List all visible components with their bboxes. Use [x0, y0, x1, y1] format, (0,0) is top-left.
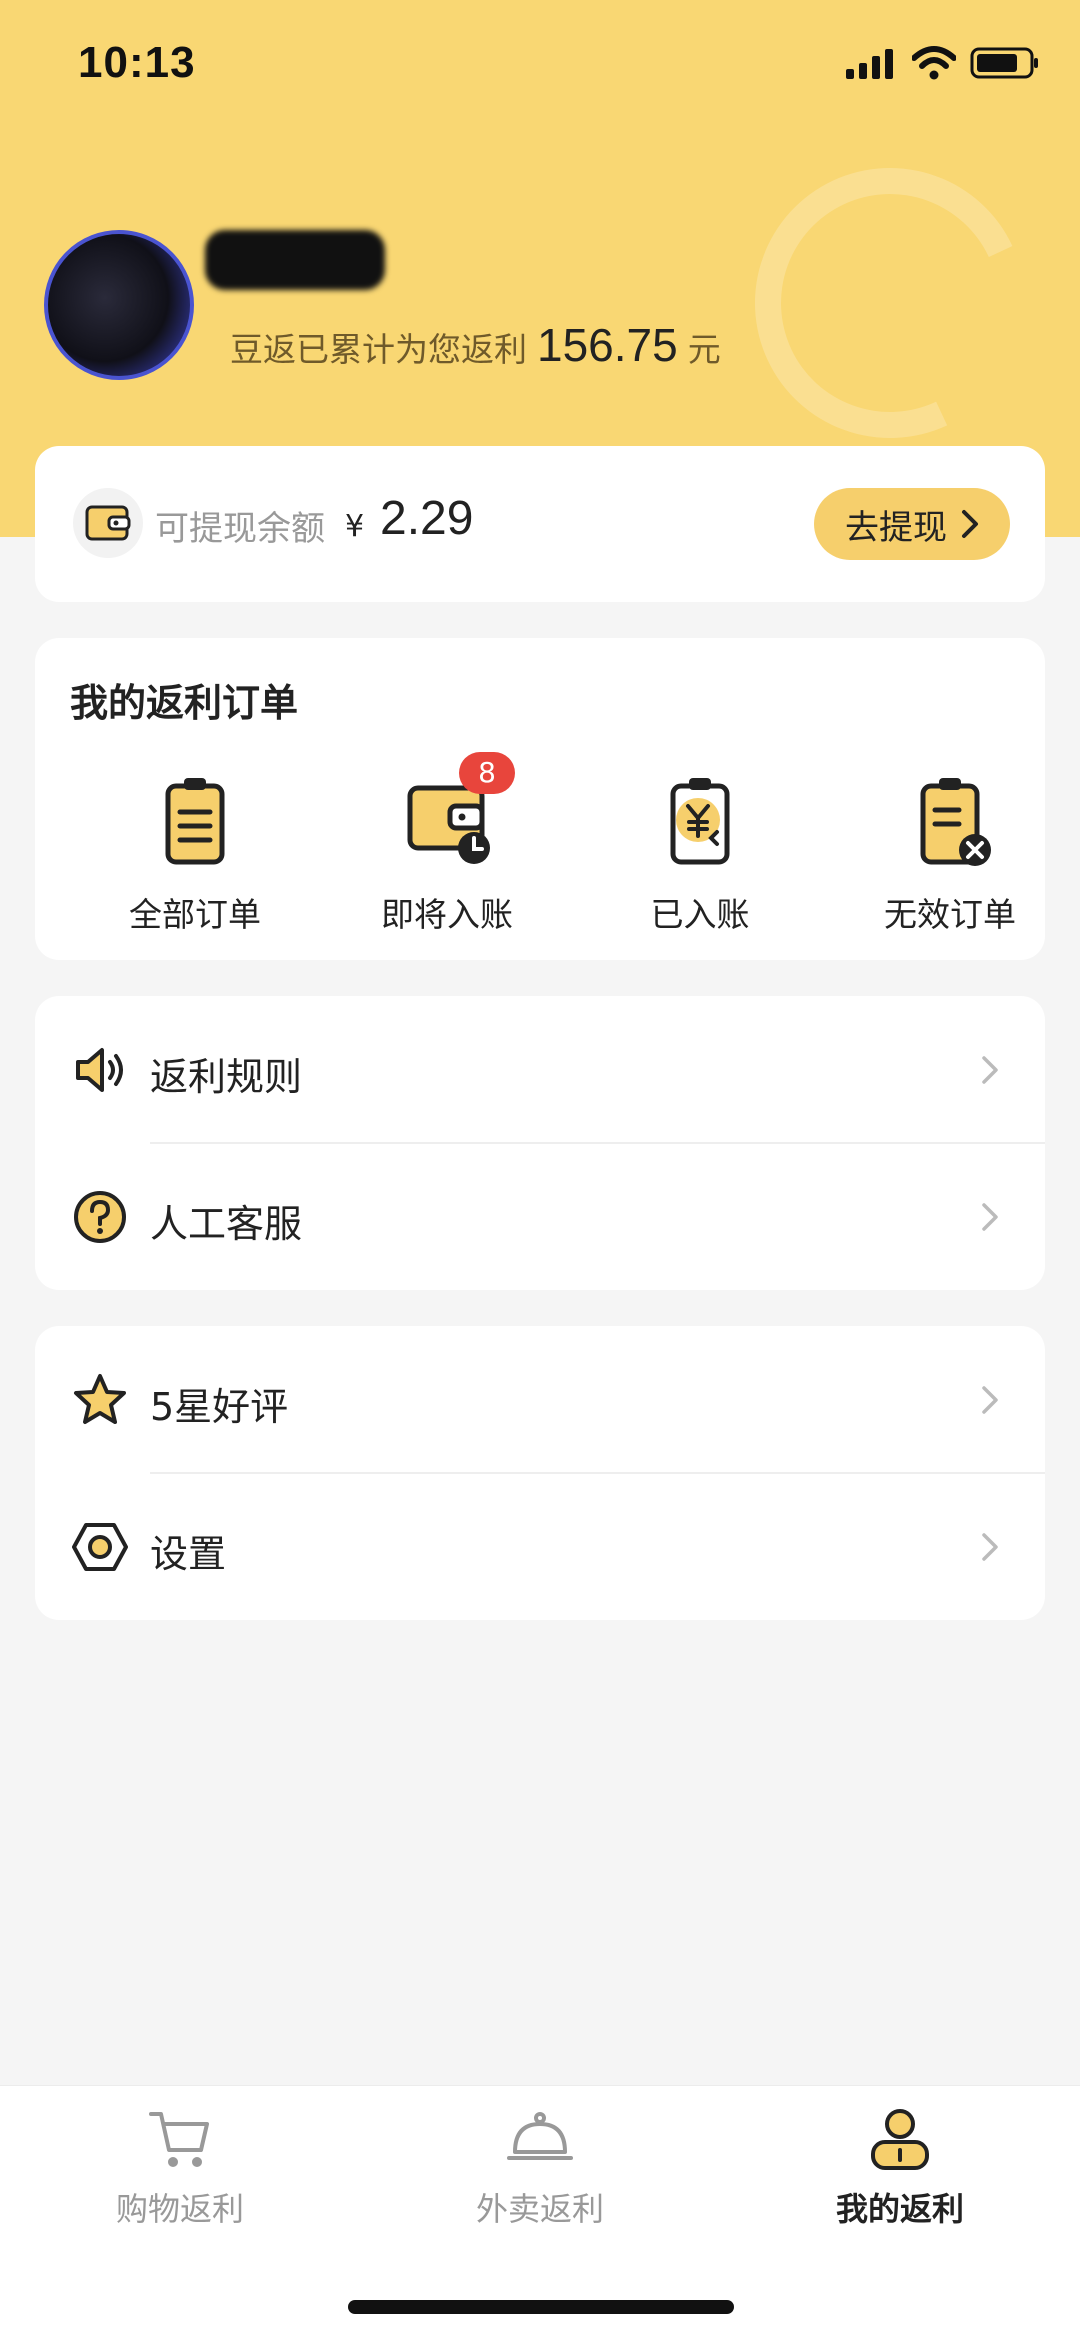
menu-label: 5星好评 [150, 1385, 289, 1429]
menu-item-rebate-rules[interactable]: 返利规则 [35, 996, 1045, 1143]
help-circle-icon [74, 1191, 126, 1243]
chevron-right-icon [962, 510, 978, 538]
avatar[interactable] [44, 230, 194, 380]
menu-item-customer-service[interactable]: 人工客服 [35, 1143, 1045, 1290]
star-icon [74, 1374, 126, 1424]
rebate-amount: 156.75 [537, 319, 678, 371]
tab-label: 外卖返利 [475, 2190, 604, 2228]
status-icons [846, 46, 1040, 80]
menu-item-settings[interactable]: 设置 [35, 1473, 1045, 1620]
chevron-right-icon [982, 1056, 998, 1084]
chevron-right-icon [982, 1203, 998, 1231]
order-all[interactable]: 全部订单 [85, 768, 305, 938]
menu-label: 设置 [150, 1532, 227, 1576]
settings-hexagon-icon [72, 1523, 128, 1571]
tab-takeout-rebate[interactable]: 外卖返利 [410, 2106, 670, 2236]
wifi-icon [912, 46, 956, 80]
clipboard-list-icon [165, 778, 225, 865]
food-cloche-icon [507, 2112, 573, 2160]
user-icon [871, 2109, 929, 2170]
chevron-right-icon [982, 1533, 998, 1561]
order-invalid[interactable]: 无效订单 [840, 768, 1060, 938]
balance-card: 可提现余额 ¥ 2.29 去提现 [35, 446, 1045, 602]
profile-section: 豆返已累计为您返利 156.75 元 [0, 200, 1080, 400]
clipboard-yen-icon [670, 778, 730, 865]
menu-item-five-star-review[interactable]: 5星好评 [35, 1326, 1045, 1473]
chevron-right-icon [982, 1386, 998, 1414]
tab-shopping-rebate[interactable]: 购物返利 [50, 2106, 310, 2236]
order-all-label: 全部订单 [129, 895, 261, 934]
menu-group-2: 5星好评 设置 [35, 1326, 1045, 1620]
clipboard-x-icon [920, 778, 991, 866]
status-bar: 10:13 [0, 0, 1080, 130]
tab-my-rebate[interactable]: 我的返利 [770, 2106, 1030, 2236]
withdraw-button[interactable]: 去提现 [814, 488, 1010, 560]
username-redacted [205, 230, 385, 290]
order-credited[interactable]: 已入账 [590, 768, 810, 938]
withdraw-label: 去提现 [845, 507, 947, 548]
balance-value: 2.29 [380, 492, 474, 545]
home-indicator [348, 2300, 734, 2314]
balance-currency: ¥ [345, 509, 365, 544]
order-pending-label: 即将入账 [381, 895, 513, 934]
wallet-icon [73, 488, 143, 558]
rebate-unit: 元 [687, 330, 721, 369]
menu-label: 人工客服 [150, 1202, 303, 1246]
tab-label: 购物返利 [115, 2190, 244, 2228]
orders-card: 我的返利订单 全部订单 8 即将入账 已入账 无效订单 [35, 638, 1045, 960]
order-invalid-label: 无效订单 [884, 895, 1016, 934]
speaker-icon [76, 1048, 123, 1092]
order-pending[interactable]: 8 即将入账 [337, 752, 557, 938]
cart-icon [149, 2112, 209, 2167]
tab-label: 我的返利 [835, 2190, 964, 2228]
balance-label: 可提现余额 [155, 509, 325, 549]
orders-title: 我的返利订单 [70, 681, 299, 725]
order-credited-label: 已入账 [650, 895, 750, 934]
pending-count-badge: 8 [459, 752, 515, 794]
status-time: 10:13 [78, 38, 196, 87]
signal-icon [846, 49, 893, 79]
total-rebate: 豆返已累计为您返利 156.75 元 [230, 318, 721, 372]
menu-group-1: 返利规则 人工客服 [35, 996, 1045, 1290]
battery-icon [970, 47, 1038, 79]
rebate-prefix: 豆返已累计为您返利 [230, 330, 527, 369]
menu-label: 返利规则 [150, 1055, 303, 1099]
